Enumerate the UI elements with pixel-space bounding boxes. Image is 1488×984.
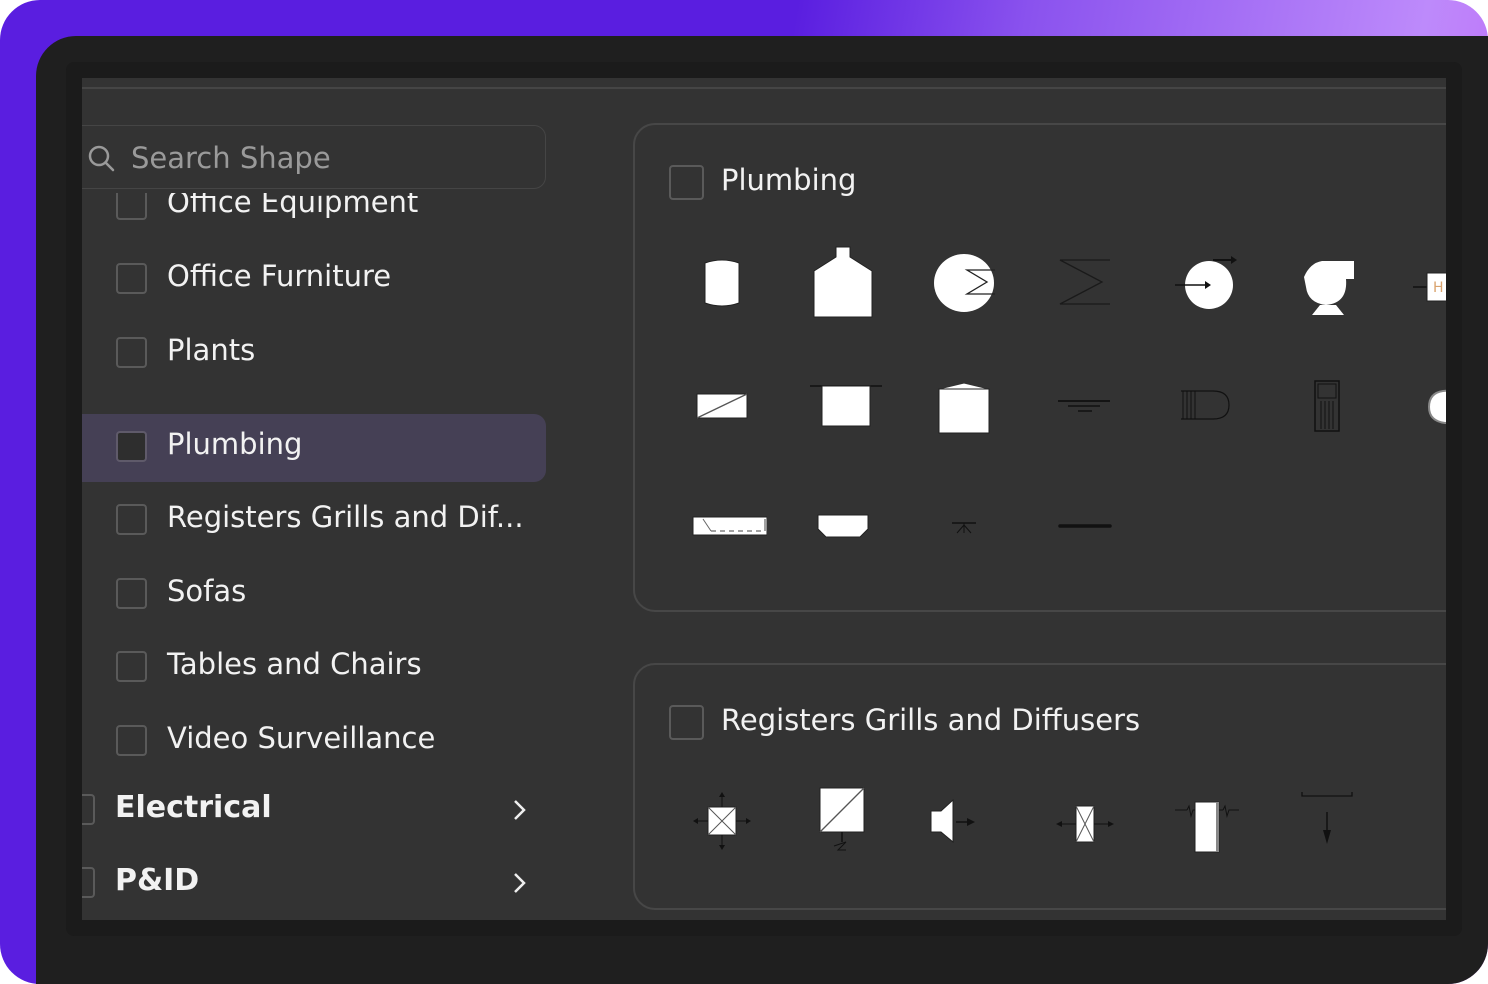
list-item-label: Plumbing — [167, 427, 303, 461]
checkbox[interactable] — [116, 263, 147, 294]
cabinet-unit-shape[interactable] — [1282, 365, 1372, 445]
list-item-plants[interactable]: Plants — [82, 320, 546, 388]
speaker-diffuser-shape[interactable] — [919, 782, 1009, 862]
shape-library-app: Office Equipment Office Furniture Plants… — [82, 78, 1446, 920]
panel-title: Plumbing — [721, 163, 857, 197]
pump-rotary-shape[interactable] — [1161, 243, 1251, 323]
toilet-bowl-shape[interactable] — [1403, 365, 1446, 445]
list-item-label: Sofas — [167, 574, 247, 608]
diagonal-box-shape[interactable] — [677, 365, 767, 445]
wall-hydrant-shape[interactable] — [1161, 365, 1251, 445]
damper-box-shape[interactable] — [1040, 782, 1130, 862]
list-item-office-furniture[interactable]: Office Furniture — [82, 246, 546, 314]
checkbox[interactable] — [116, 651, 147, 682]
list-item-tables-and-chairs[interactable]: Tables and Chairs — [82, 634, 546, 702]
chevron-right-icon[interactable] — [510, 870, 530, 896]
panel-checkbox[interactable] — [669, 165, 704, 200]
checkbox[interactable] — [82, 794, 95, 825]
linear-slot-shape[interactable] — [1161, 782, 1251, 862]
panel-title: Registers Grills and Diffusers — [721, 703, 1141, 737]
list-item-label: Video Surveillance — [167, 721, 436, 755]
checkbox[interactable] — [116, 504, 147, 535]
hot-water-heater-shape[interactable]: H — [1403, 243, 1446, 323]
checkbox[interactable] — [116, 431, 147, 462]
list-item-video-surveillance[interactable]: Video Surveillance — [82, 708, 546, 776]
svg-text:H: H — [1433, 280, 1444, 296]
sink-basin-shape[interactable] — [798, 485, 888, 565]
search-box[interactable] — [82, 125, 546, 189]
list-item-registers-grills[interactable]: Registers Grills and Dif... — [82, 487, 546, 555]
list-item-sofas[interactable]: Sofas — [82, 561, 546, 629]
checkbox[interactable] — [116, 578, 147, 609]
bottle-tank-shape[interactable] — [798, 243, 888, 323]
return-grille-shape[interactable] — [798, 782, 888, 862]
list-item-label: Registers Grills and Dif... — [167, 500, 524, 534]
blower-fan-shape[interactable] — [1282, 243, 1372, 323]
peaked-tank-shape[interactable] — [919, 365, 1009, 445]
list-item-label: Office Furniture — [167, 259, 392, 293]
four-way-diffuser-shape[interactable] — [677, 782, 767, 862]
checkbox[interactable] — [82, 867, 95, 898]
list-item-label: Plants — [167, 333, 256, 367]
panel-registers-grills-diffusers: Registers Grills and Diffusers — [633, 663, 1446, 910]
square-tank-shape[interactable] — [798, 365, 888, 445]
group-electrical[interactable]: Electrical — [82, 779, 546, 841]
heat-exchanger-shape[interactable] — [919, 243, 1009, 323]
group-p-and-id[interactable]: P&ID — [82, 852, 546, 914]
list-item-label: Tables and Chairs — [167, 647, 422, 681]
checkbox[interactable] — [116, 337, 147, 368]
checkbox[interactable] — [116, 725, 147, 756]
valve-small-shape[interactable] — [919, 485, 1009, 565]
search-input[interactable] — [129, 136, 513, 180]
search-icon — [88, 145, 115, 172]
group-label: P&ID — [115, 863, 200, 898]
pipe-line-shape[interactable] — [1040, 485, 1130, 565]
list-item-label: Office Equipment — [167, 193, 419, 219]
drop-arrow-shape[interactable] — [1282, 782, 1372, 862]
group-label: Electrical — [115, 790, 272, 825]
list-item-office-equipment[interactable]: Office Equipment — [82, 193, 546, 240]
checkbox[interactable] — [116, 193, 147, 220]
list-item-plumbing[interactable]: Plumbing — [82, 414, 546, 482]
zigzag-coil-shape[interactable] — [1040, 243, 1130, 323]
water-tank-shape[interactable] — [677, 243, 767, 323]
category-list[interactable]: Office Equipment Office Furniture Plants… — [82, 193, 552, 920]
toolbar-divider — [82, 87, 1446, 89]
floor-drain-shape[interactable] — [1040, 365, 1130, 445]
chevron-right-icon[interactable] — [510, 797, 530, 823]
panel-checkbox[interactable] — [669, 705, 704, 740]
bathtub-shape[interactable] — [677, 485, 767, 565]
panel-plumbing: Plumbing H — [633, 123, 1446, 612]
